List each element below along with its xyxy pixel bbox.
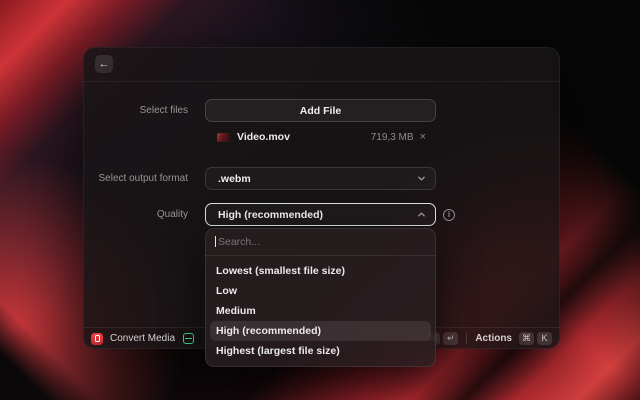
option-low[interactable]: Low bbox=[210, 281, 431, 301]
option-medium[interactable]: Medium bbox=[210, 301, 431, 321]
quality-select[interactable]: High (recommended) bbox=[205, 203, 436, 226]
output-format-select[interactable]: .webm bbox=[205, 167, 436, 190]
quality-dropdown-popover: Search... Lowest (smallest file size) Lo… bbox=[205, 228, 436, 367]
search-placeholder: Search... bbox=[218, 236, 260, 248]
remove-file-icon[interactable]: × bbox=[420, 132, 426, 142]
convert-media-icon bbox=[183, 333, 194, 344]
option-high[interactable]: High (recommended) bbox=[210, 321, 431, 341]
chevron-down-icon bbox=[417, 174, 426, 183]
footer-actions: ⌘ ↵ Actions ⌘ K bbox=[425, 332, 552, 345]
footer-divider bbox=[466, 333, 467, 344]
window-header: ← bbox=[83, 47, 560, 82]
quality-value: High (recommended) bbox=[218, 209, 323, 221]
video-thumbnail-icon bbox=[217, 133, 230, 142]
file-item-row[interactable]: Video.mov 719,3 MB × bbox=[205, 127, 436, 147]
add-file-button[interactable]: Add File bbox=[205, 99, 436, 122]
back-button[interactable]: ← bbox=[95, 55, 113, 73]
output-format-value: .webm bbox=[218, 173, 251, 185]
cmd-key-badge[interactable]: ⌘ bbox=[519, 332, 534, 345]
chevron-up-icon bbox=[417, 210, 426, 219]
enter-key-badge[interactable]: ↵ bbox=[443, 332, 458, 345]
dropdown-option-list: Lowest (smallest file size) Low Medium H… bbox=[205, 256, 436, 366]
text-cursor bbox=[215, 236, 216, 247]
quality-label: Quality bbox=[83, 209, 188, 220]
output-format-label: Select output format bbox=[83, 173, 188, 184]
raycast-glyph bbox=[95, 335, 100, 342]
command-name: Convert Media bbox=[110, 333, 175, 344]
option-lowest[interactable]: Lowest (smallest file size) bbox=[210, 261, 431, 281]
option-highest[interactable]: Highest (largest file size) bbox=[210, 341, 431, 361]
file-size: 719,3 MB bbox=[371, 132, 414, 143]
actions-button[interactable]: Actions bbox=[475, 333, 512, 344]
raycast-app-icon bbox=[91, 333, 103, 345]
select-files-label: Select files bbox=[83, 105, 188, 116]
k-key-badge[interactable]: K bbox=[537, 332, 552, 345]
info-icon[interactable]: i bbox=[443, 209, 455, 221]
file-name: Video.mov bbox=[237, 131, 290, 143]
dropdown-search-input[interactable]: Search... bbox=[205, 228, 436, 256]
